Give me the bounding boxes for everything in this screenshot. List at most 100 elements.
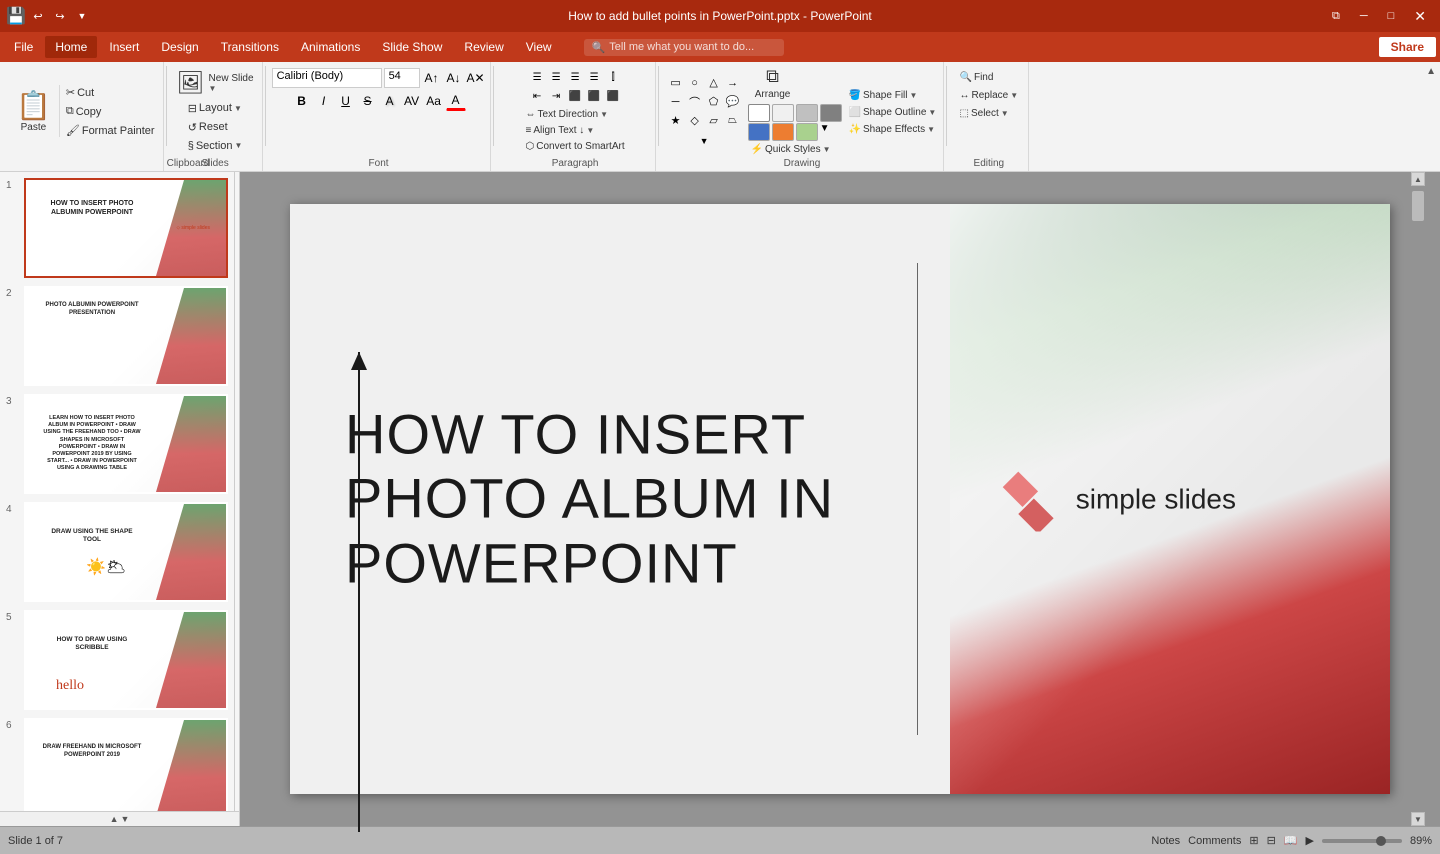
qs-more-button[interactable]: ▼: [820, 123, 830, 141]
scroll-up-arrow[interactable]: ▲: [1411, 172, 1425, 186]
menu-insert[interactable]: Insert: [99, 36, 149, 58]
slide-panel-scroll-down[interactable]: ▼: [121, 814, 130, 824]
share-button[interactable]: Share: [1379, 37, 1436, 57]
convert-smartart-button[interactable]: ⬡ Convert to SmartArt: [523, 139, 628, 154]
search-box[interactable]: 🔍 Tell me what you want to do...: [584, 39, 784, 56]
strikethrough-button[interactable]: S: [358, 91, 378, 111]
align-left-button[interactable]: ⬛: [566, 87, 584, 105]
menu-animations[interactable]: Animations: [291, 36, 370, 58]
menu-view[interactable]: View: [516, 36, 562, 58]
scroll-thumb[interactable]: [1412, 191, 1424, 221]
slide-thumb-4[interactable]: DRAW USING THE SHAPE TOOL ☀️🌥: [24, 502, 228, 602]
shape-effects-button[interactable]: ✨ Shape Effects ▼: [846, 122, 940, 137]
shape-outline-button[interactable]: ⬜ Shape Outline ▼: [846, 105, 940, 120]
new-slide-button[interactable]: 🖼 New Slide ▼: [173, 68, 258, 98]
qs-swatch-3[interactable]: [796, 104, 818, 122]
char-spacing-button[interactable]: AV: [402, 91, 422, 111]
bold-button[interactable]: B: [292, 91, 312, 111]
slide-thumb-6[interactable]: DRAW FREEHAND IN MICROSOFT POWERPOINT 20…: [24, 718, 228, 811]
normal-view-button[interactable]: ⊞: [1249, 834, 1258, 847]
select-button[interactable]: ⬚ Select ▼: [957, 106, 1022, 121]
menu-file[interactable]: File: [4, 36, 43, 58]
case-change-button[interactable]: Aa: [424, 91, 444, 111]
scroll-down-arrow[interactable]: ▼: [1411, 812, 1425, 826]
quick-styles-button[interactable]: ⚡ Quick Styles ▼: [748, 142, 842, 157]
copy-button[interactable]: ⧉ Copy: [62, 103, 159, 120]
menu-review[interactable]: Review: [454, 36, 513, 58]
qs-swatch-1[interactable]: [748, 104, 770, 122]
qs-swatch-4[interactable]: [820, 104, 842, 122]
menu-transitions[interactable]: Transitions: [211, 36, 289, 58]
slide-thumb-5[interactable]: HOW TO DRAW USING SCRIBBLE hello: [24, 610, 228, 710]
underline-button[interactable]: U: [336, 91, 356, 111]
shape-line[interactable]: ─: [667, 93, 685, 111]
slide-item-4[interactable]: 4 DRAW USING THE SHAPE TOOL ☀️🌥: [4, 500, 230, 604]
shape-rect[interactable]: ▭: [667, 74, 685, 92]
slide-canvas[interactable]: HOW TO INSERT PHOTO ALBUM IN POWERPOINT …: [290, 204, 1390, 794]
slide-thumb-3[interactable]: LEARN HOW TO INSERT PHOTO ALBUM IN POWER…: [24, 394, 228, 494]
slide-panel[interactable]: 1 HOW TO INSERT PHOTO ALBUMIN POWERPOINT…: [0, 172, 235, 811]
font-color-button[interactable]: A: [446, 91, 466, 111]
slide-thumb-2[interactable]: PHOTO ALBUMIN POWERPOINT PRESENTATION: [24, 286, 228, 386]
more-shapes-button[interactable]: ▼: [695, 132, 713, 150]
slide-main-content[interactable]: HOW TO INSERT PHOTO ALBUM IN POWERPOINT: [345, 402, 895, 595]
bullet-list-2-button[interactable]: ☰: [547, 68, 565, 86]
arrange-button[interactable]: ⧉ Arrange: [748, 64, 798, 102]
shape-trapezoid[interactable]: ⏢: [724, 112, 742, 130]
shape-triangle[interactable]: △: [705, 74, 723, 92]
qs-swatch-5[interactable]: [748, 123, 770, 141]
menu-slideshow[interactable]: Slide Show: [372, 36, 452, 58]
cut-button[interactable]: ✂ Cut: [62, 84, 159, 101]
shape-fill-button[interactable]: 🪣 Shape Fill ▼: [846, 88, 940, 103]
slide-sorter-button[interactable]: ⊟: [1267, 834, 1276, 847]
decrease-font-button[interactable]: A↓: [444, 68, 464, 88]
font-size-input[interactable]: 54: [384, 68, 420, 88]
minimize-button[interactable]: ─: [1354, 8, 1374, 24]
qs-swatch-7[interactable]: [796, 123, 818, 141]
shape-pentagon[interactable]: ⬠: [705, 93, 723, 111]
numbered-list-button[interactable]: ☰: [566, 68, 584, 86]
align-right-button[interactable]: ⬛: [604, 87, 622, 105]
qs-swatch-2[interactable]: [772, 104, 794, 122]
slide-item-1[interactable]: 1 HOW TO INSERT PHOTO ALBUMIN POWERPOINT…: [4, 176, 230, 280]
redo-icon[interactable]: ↪: [52, 8, 68, 24]
font-name-input[interactable]: Calibri (Body): [272, 68, 382, 88]
section-button[interactable]: § Section ▼: [184, 138, 247, 154]
shape-right-arrow[interactable]: →: [724, 74, 742, 92]
qs-swatch-6[interactable]: [772, 123, 794, 141]
paste-button[interactable]: 📋 Paste: [8, 85, 60, 137]
italic-button[interactable]: I: [314, 91, 334, 111]
align-text-button[interactable]: ≡ Align Text ↓ ▼: [523, 123, 628, 138]
ribbon-collapse-button[interactable]: ▲: [1426, 66, 1436, 77]
slide-thumb-1[interactable]: HOW TO INSERT PHOTO ALBUMIN POWERPOINT ⬦…: [24, 178, 228, 278]
restore-button[interactable]: ⧉: [1326, 8, 1346, 25]
shape-oval[interactable]: ○: [686, 74, 704, 92]
columns-button[interactable]: ⫿: [604, 68, 622, 86]
shape-connector[interactable]: ⌒: [686, 93, 704, 111]
close-button[interactable]: ✕: [1408, 6, 1432, 27]
increase-font-button[interactable]: A↑: [422, 68, 442, 88]
decrease-indent-button[interactable]: ⇤: [528, 87, 546, 105]
bullet-list-button[interactable]: ☰: [528, 68, 546, 86]
shadow-button[interactable]: A: [380, 91, 400, 111]
slideshow-button[interactable]: ▶: [1306, 834, 1314, 847]
zoom-thumb[interactable]: [1376, 836, 1386, 846]
comments-button[interactable]: Comments: [1188, 835, 1241, 847]
shape-callout[interactable]: 💬: [724, 93, 742, 111]
slide-item-6[interactable]: 6 DRAW FREEHAND IN MICROSOFT POWERPOINT …: [4, 716, 230, 811]
text-direction-button[interactable]: ⇔ Text Direction ▼: [523, 107, 628, 122]
zoom-slider[interactable]: [1322, 839, 1402, 843]
find-button[interactable]: 🔍 Find: [957, 70, 1022, 85]
customize-icon[interactable]: ▼: [74, 8, 90, 24]
slide-item-3[interactable]: 3 LEARN HOW TO INSERT PHOTO ALBUM IN POW…: [4, 392, 230, 496]
increase-indent-button[interactable]: ⇥: [547, 87, 565, 105]
notes-button[interactable]: Notes: [1151, 835, 1180, 847]
shape-diamond[interactable]: ◇: [686, 112, 704, 130]
clear-formatting-button[interactable]: A✕: [466, 68, 486, 88]
layout-button[interactable]: ⊟ Layout ▼: [184, 100, 247, 117]
align-center-button[interactable]: ⬛: [585, 87, 603, 105]
menu-design[interactable]: Design: [151, 36, 208, 58]
replace-button[interactable]: ↔ Replace ▼: [957, 88, 1022, 103]
slide-item-2[interactable]: 2 PHOTO ALBUMIN POWERPOINT PRESENTATION: [4, 284, 230, 388]
shape-star[interactable]: ★: [667, 112, 685, 130]
